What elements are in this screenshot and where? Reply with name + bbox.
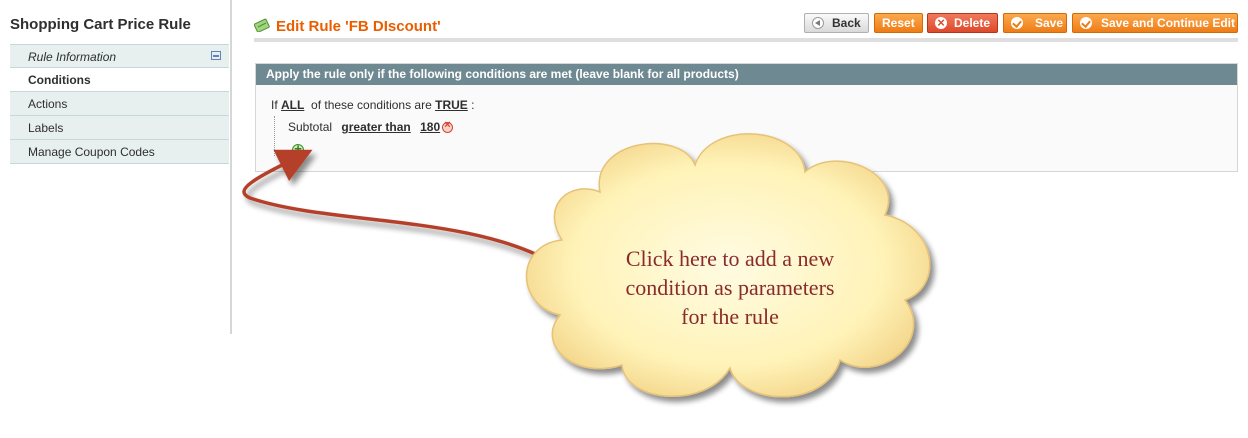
callout-arrow [242,149,554,265]
callout-text: Click here to add a new condition as par… [625,246,835,329]
callout-annotation [242,133,931,398]
